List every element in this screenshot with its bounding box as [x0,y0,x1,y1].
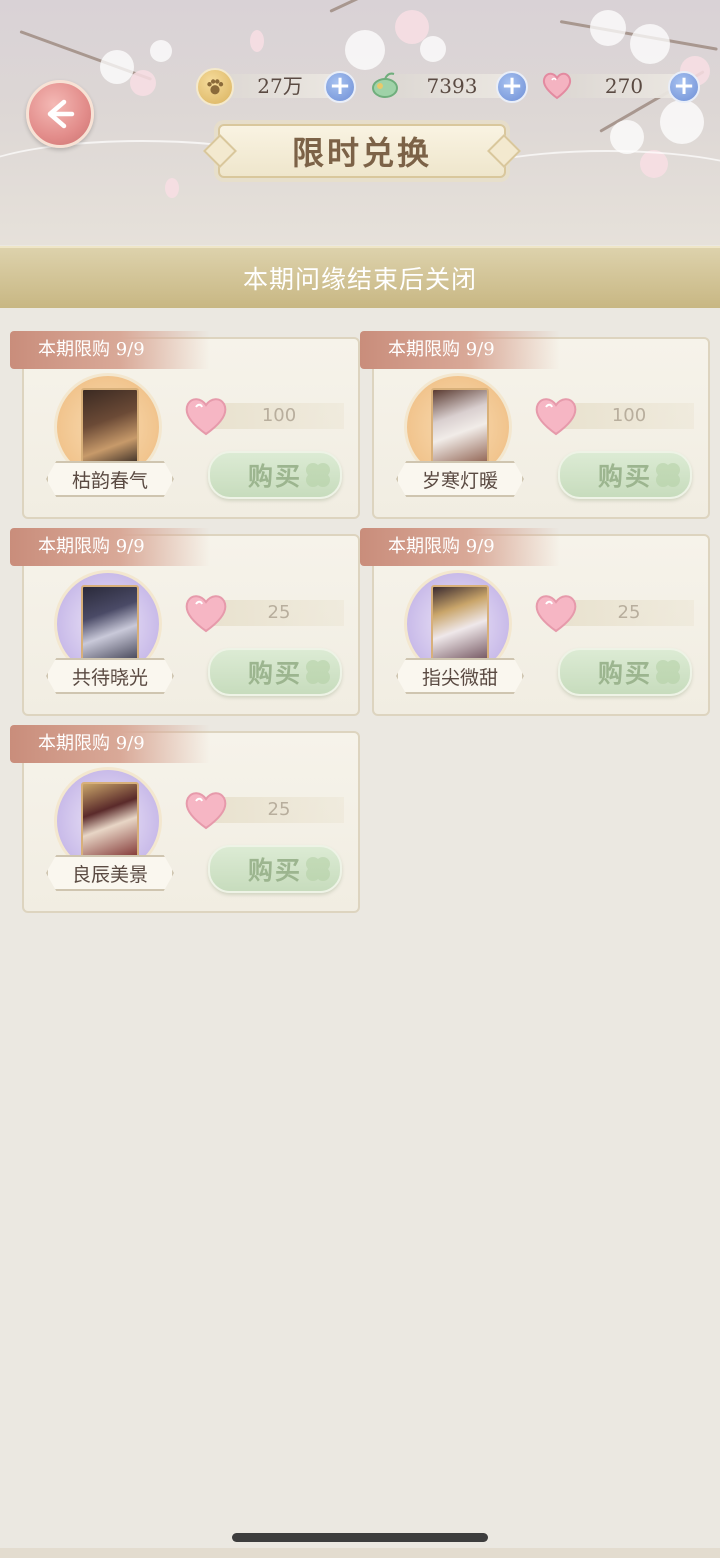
heart-gem-icon [540,68,574,102]
back-arrow-icon [47,99,75,129]
clover-icon [306,463,330,487]
character-card-image [81,782,139,862]
jade-icon [368,68,402,102]
page-title: 限时兑换 [291,134,432,172]
currency-jade: 7393 + [368,71,528,103]
clover-icon [306,660,330,684]
character-card-image [431,388,489,468]
purchase-limit-tag: 本期限购 9/9 [10,331,210,369]
purchase-limit-tag: 本期限购 9/9 [360,528,560,566]
heart-gem-icon [185,595,227,633]
shop-item-card: 本期限购 9/9 1 共待晓光 25 购买 [10,528,360,716]
buy-label: 购买 [597,659,652,688]
clover-icon [656,463,680,487]
bottom-strip [0,1548,720,1558]
buy-label: 购买 [247,659,302,688]
home-indicator[interactable] [232,1533,488,1542]
page-title-plaque: 限时兑换 [218,124,506,178]
header-background [0,0,720,245]
character-card-image [81,388,139,468]
buy-label: 购买 [247,856,302,885]
heart-gem-icon [535,398,577,436]
buy-button[interactable]: 购买 [558,648,692,696]
item-price: 25 [564,600,694,626]
jade-value: 7393 [426,74,478,98]
character-card-image [81,585,139,665]
paw-coin-value: 27万 [257,74,303,98]
shop-item-card: 本期限购 9/9 1 指尖微甜 25 购买 [360,528,710,716]
buy-button[interactable]: 购买 [208,451,342,499]
add-jade-button[interactable]: + [496,71,528,103]
item-price: 25 [214,600,344,626]
character-card-image [431,585,489,665]
buy-button[interactable]: 购买 [208,845,342,893]
back-button[interactable] [26,80,94,148]
add-paw-coin-button[interactable]: + [324,71,356,103]
notice-text: 本期问缘结束后关闭 [242,265,477,294]
item-price: 100 [564,403,694,429]
currency-heart: 270 + [540,71,700,103]
currency-paw-coin: 27万 + [196,68,356,106]
item-name: 共待晓光 [46,658,174,694]
buy-label: 购买 [247,462,302,491]
item-name: 良辰美景 [46,855,174,891]
item-name: 枯韵春气 [46,461,174,497]
heart-gem-icon [185,398,227,436]
purchase-limit-tag: 本期限购 9/9 [10,528,210,566]
buy-label: 购买 [597,462,652,491]
shop-item-card: 本期限购 9/9 1 岁寒灯暖 100 购买 [360,331,710,519]
item-price: 25 [214,797,344,823]
shop-item-card: 本期限购 9/9 1 枯韵春气 100 购买 [10,331,360,519]
heart-gem-icon [185,792,227,830]
item-name: 指尖微甜 [396,658,524,694]
item-price: 100 [214,403,344,429]
purchase-limit-tag: 本期限购 9/9 [10,725,210,763]
heart-value: 270 [604,74,644,98]
clover-icon [306,857,330,881]
heart-gem-icon [535,595,577,633]
buy-button[interactable]: 购买 [558,451,692,499]
add-heart-button[interactable]: + [668,71,700,103]
shop-item-card: 本期限购 9/9 1 良辰美景 25 购买 [10,725,360,913]
notice-banner: 本期问缘结束后关闭 [0,246,720,308]
item-name: 岁寒灯暖 [396,461,524,497]
buy-button[interactable]: 购买 [208,648,342,696]
purchase-limit-tag: 本期限购 9/9 [360,331,560,369]
clover-icon [656,660,680,684]
